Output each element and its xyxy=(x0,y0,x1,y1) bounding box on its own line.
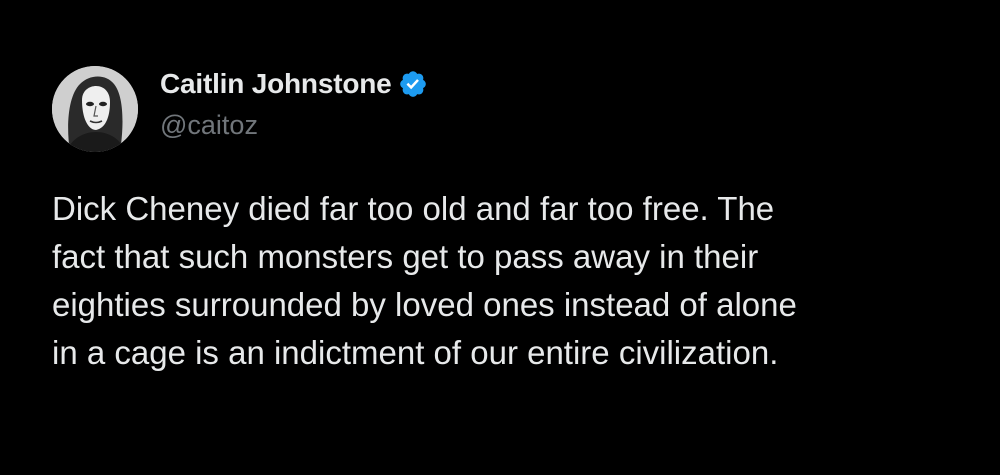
verified-badge-icon xyxy=(398,69,428,99)
author-handle[interactable]: @caitoz xyxy=(160,110,428,141)
author-display-name[interactable]: Caitlin Johnstone xyxy=(160,68,392,100)
tweet-card: Caitlin Johnstone @caitoz Dick Cheney di… xyxy=(0,0,1000,475)
avatar-portrait-illustration xyxy=(52,66,138,152)
author-name-row: Caitlin Johnstone xyxy=(160,64,428,104)
avatar[interactable] xyxy=(52,66,138,152)
tweet-header: Caitlin Johnstone @caitoz xyxy=(160,64,428,141)
tweet-text: Dick Cheney died far too old and far too… xyxy=(52,190,797,371)
